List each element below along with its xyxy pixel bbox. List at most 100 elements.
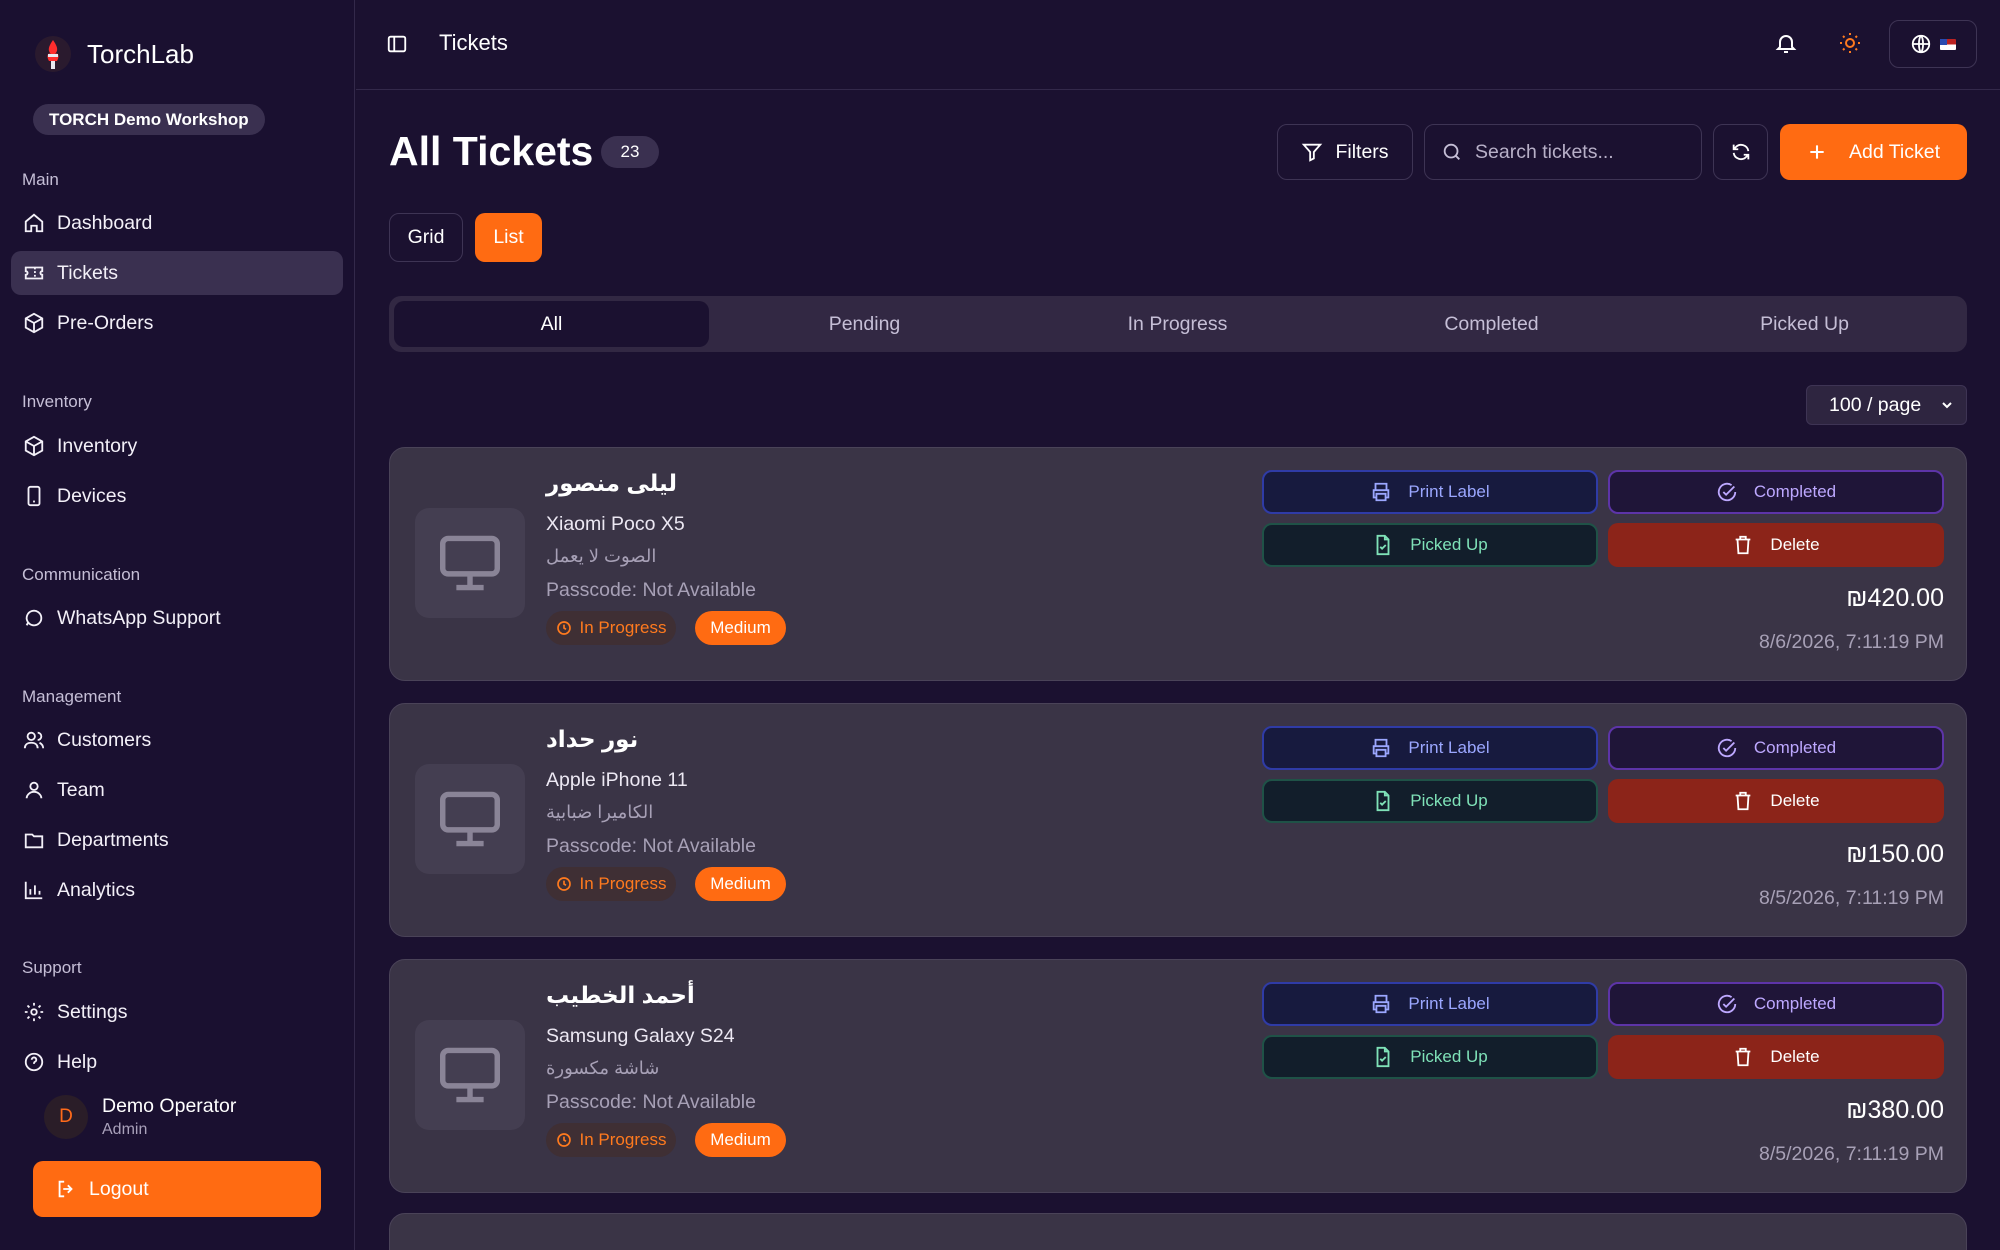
breadcrumb: Tickets [439, 30, 508, 55]
sidebar-item-inventory[interactable]: Inventory [11, 424, 343, 468]
completed-text: Completed [1753, 482, 1837, 501]
passcode-text: Passcode: Not Available [546, 579, 756, 601]
tab-pending[interactable]: Pending [707, 301, 1022, 347]
delete-button[interactable]: Delete [1608, 1035, 1944, 1079]
add-ticket-label: Add Ticket [1848, 140, 1941, 163]
sidebar-item-whatsapp-support[interactable]: WhatsApp Support [11, 596, 343, 640]
bell-icon[interactable] [1774, 31, 1798, 55]
issue-description: شاشة مكسورة [546, 1058, 660, 1078]
ticket-card[interactable]: ليلى منصور Xiaomi Poco X5 الصوت لا يعمل … [389, 447, 1967, 681]
search-box [1424, 124, 1702, 180]
ticket-price: ₪150.00 [1846, 840, 1944, 868]
passcode-text: Passcode: Not Available [546, 835, 756, 857]
delete-button[interactable]: Delete [1608, 779, 1944, 823]
issue-description: الصوت لا يعمل [546, 546, 657, 566]
mark-picked-up-button[interactable]: Picked Up [1262, 523, 1598, 567]
logout-icon [55, 1178, 77, 1200]
ticket-card[interactable]: نور حداد Apple iPhone 11 الكاميرا ضبابية… [389, 703, 1967, 937]
sidebar-item-analytics[interactable]: Analytics [11, 868, 343, 912]
sidebar-item-settings[interactable]: Settings [11, 990, 343, 1034]
sidebar-toggle-icon[interactable] [386, 33, 408, 55]
brand-name: TorchLab [87, 38, 194, 69]
sidebar-item-label: Tickets [57, 261, 119, 284]
device-model: Apple iPhone 11 [546, 769, 688, 791]
ticket-card-partial[interactable] [389, 1213, 1967, 1250]
customer-name: ليلى منصور [546, 470, 678, 496]
status-label: In Progress [579, 874, 667, 893]
per-page-select[interactable]: 100 / page [1806, 385, 1967, 425]
mark-picked-up-button[interactable]: Picked Up [1262, 1035, 1598, 1079]
language-button[interactable] [1889, 20, 1977, 68]
section-title-communication: Communication [22, 565, 141, 584]
sidebar-item-pre-orders[interactable]: Pre-Orders [11, 301, 343, 345]
sidebar-item-label: Customers [57, 728, 152, 751]
device-thumbnail [415, 1020, 525, 1130]
sidebar-item-help[interactable]: Help [11, 1040, 343, 1084]
sun-icon[interactable] [1838, 31, 1862, 55]
filters-button[interactable]: Filters [1277, 124, 1413, 180]
print-label-button[interactable]: Print Label [1262, 982, 1598, 1026]
section-title-management: Management [22, 687, 122, 706]
view-list-button[interactable]: List [475, 213, 542, 262]
user-icon [23, 779, 45, 801]
check-circle-icon [1716, 481, 1738, 503]
sidebar-item-team[interactable]: Team [11, 768, 343, 812]
status-badge: In Progress [546, 1123, 676, 1157]
top-bar: Tickets [356, 0, 2000, 90]
print-label-button[interactable]: Print Label [1262, 726, 1598, 770]
workspace-badge[interactable]: TORCH Demo Workshop [33, 104, 265, 135]
check-circle-icon [1716, 993, 1738, 1015]
sidebar-item-label: Departments [57, 828, 169, 851]
tab-all[interactable]: All [394, 301, 709, 347]
sidebar-item-dashboard[interactable]: Dashboard [11, 201, 343, 245]
tab-in-progress[interactable]: In Progress [1020, 301, 1335, 347]
ticket-date: 8/6/2026, 7:11:19 PM [1758, 631, 1944, 653]
filter-icon [1301, 141, 1323, 163]
print-label-button[interactable]: Print Label [1262, 470, 1598, 514]
search-input[interactable] [1475, 140, 1695, 164]
user-name: Demo Operator [102, 1095, 237, 1117]
user-card[interactable]: D Demo Operator Admin [44, 1095, 236, 1139]
chat-icon [23, 607, 45, 629]
add-ticket-button[interactable]: Add Ticket [1780, 124, 1967, 180]
completed-text: Completed [1753, 994, 1837, 1013]
completed-text: Completed [1753, 738, 1837, 757]
mark-picked-up-button[interactable]: Picked Up [1262, 779, 1598, 823]
mark-completed-button[interactable]: Completed [1608, 470, 1944, 514]
clock-icon [556, 1132, 572, 1148]
sidebar-item-label: Team [57, 778, 105, 801]
issue-description: الكاميرا ضبابية [546, 802, 654, 822]
mark-completed-button[interactable]: Completed [1608, 982, 1944, 1026]
tab-completed[interactable]: Completed [1334, 301, 1649, 347]
brand[interactable]: TorchLab [33, 34, 194, 74]
sidebar-item-tickets[interactable]: Tickets [11, 251, 343, 295]
refresh-icon [1730, 141, 1752, 163]
status-label: In Progress [579, 618, 667, 637]
view-grid-button[interactable]: Grid [389, 213, 463, 262]
us-flag-icon [1940, 38, 1956, 50]
delete-button[interactable]: Delete [1608, 523, 1944, 567]
sidebar-item-departments[interactable]: Departments [11, 818, 343, 862]
refresh-button[interactable] [1713, 124, 1768, 180]
tab-picked-up[interactable]: Picked Up [1647, 301, 1962, 347]
device-model: Samsung Galaxy S24 [546, 1025, 735, 1047]
monitor-icon [437, 1045, 503, 1105]
status-badge: In Progress [546, 867, 676, 901]
clock-icon [556, 620, 572, 636]
sidebar-item-devices[interactable]: Devices [11, 474, 343, 518]
ticket-price: ₪420.00 [1846, 584, 1944, 612]
sidebar-item-label: Settings [57, 1000, 128, 1023]
ticket-card[interactable]: أحمد الخطيب Samsung Galaxy S24 شاشة مكسو… [389, 959, 1967, 1193]
picked-up-text: Picked Up [1410, 1047, 1488, 1066]
globe-icon [1910, 33, 1932, 55]
mark-completed-button[interactable]: Completed [1608, 726, 1944, 770]
bar-chart-icon [23, 879, 45, 901]
filters-label: Filters [1335, 140, 1389, 163]
logout-button[interactable]: Logout [33, 1161, 321, 1217]
page-title: All Tickets [389, 128, 594, 174]
delete-text: Delete [1770, 791, 1820, 810]
sidebar-item-customers[interactable]: Customers [11, 718, 343, 762]
torch-logo-icon [33, 34, 73, 74]
sidebar-item-label: Pre-Orders [57, 311, 154, 334]
ticket-icon [23, 262, 45, 284]
